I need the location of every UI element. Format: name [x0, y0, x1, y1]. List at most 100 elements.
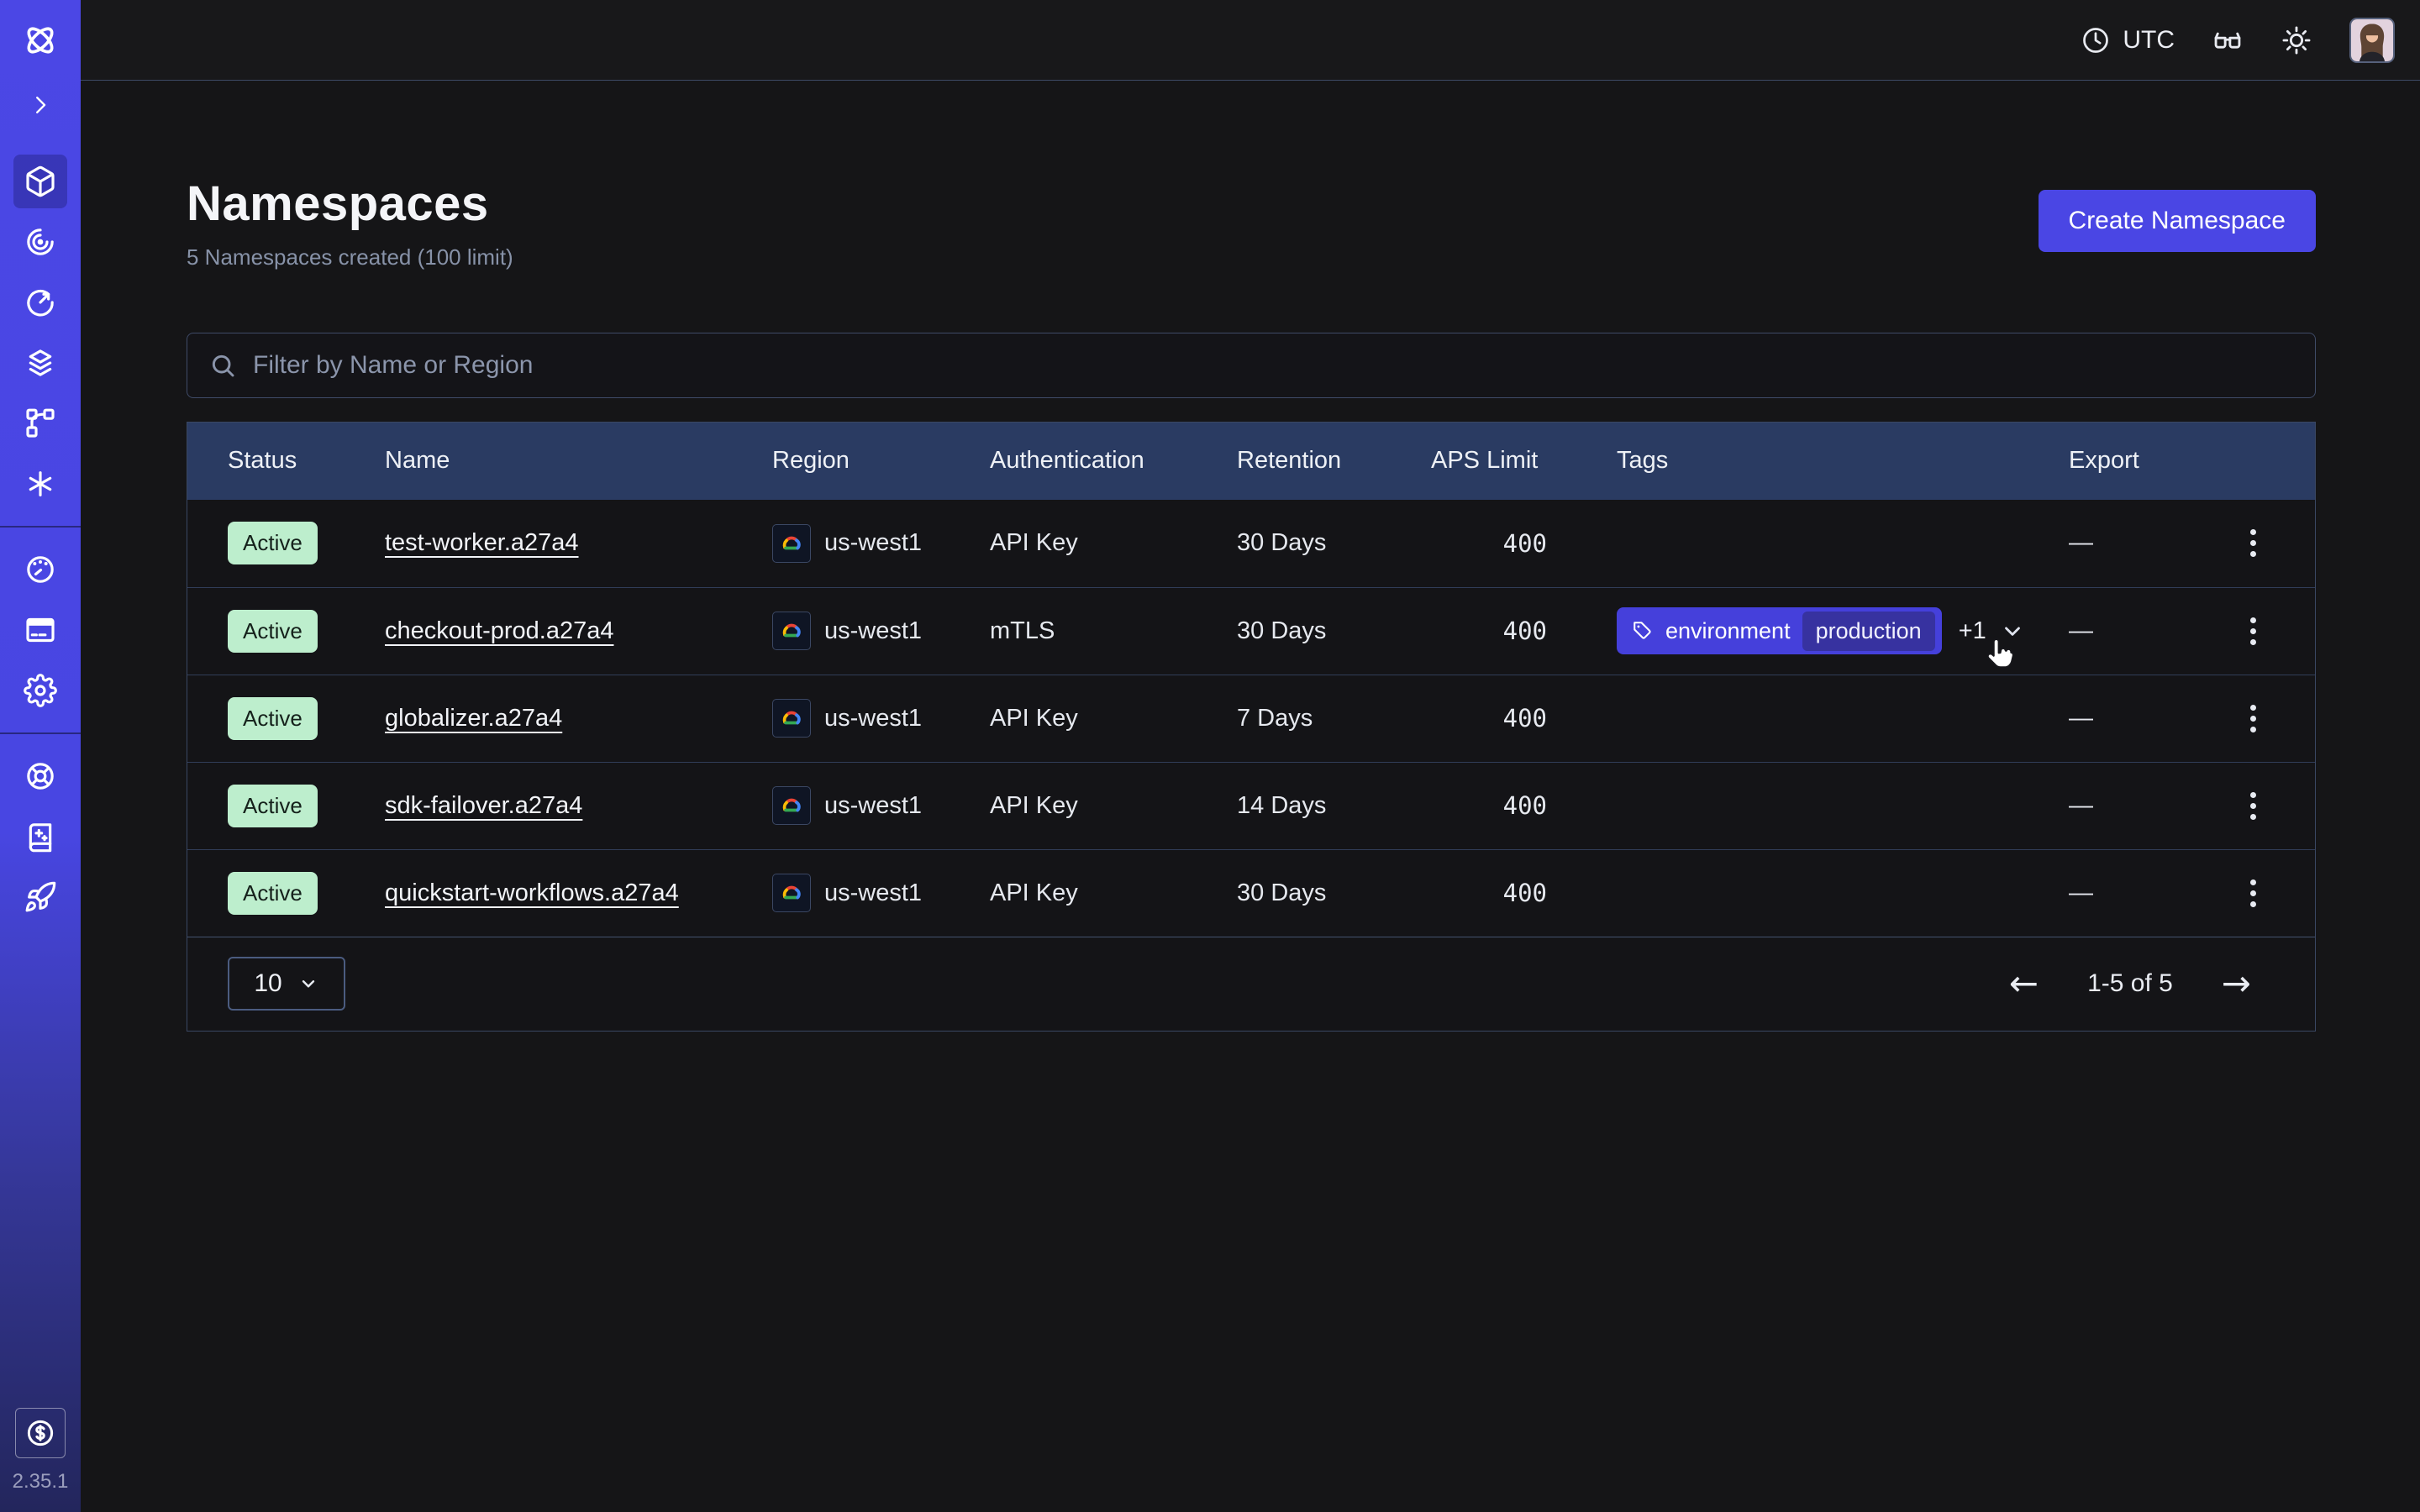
settings-gear-icon [24, 674, 57, 707]
row-actions-menu-button[interactable] [2242, 696, 2265, 741]
export-cell: — [2069, 879, 2211, 907]
column-header-status: Status [228, 447, 385, 475]
chevron-down-icon [2000, 618, 2025, 643]
app-version: 2.35.1 [13, 1470, 69, 1494]
region-label: us-west1 [824, 529, 922, 557]
aps-limit-cell: 400 [1503, 529, 1617, 558]
topbar: UTC [81, 0, 2420, 81]
tag-more-count: +1 [1959, 617, 1986, 645]
support-lifebuoy-icon [24, 759, 57, 793]
region-cell: us-west1 [772, 699, 990, 738]
table-row: Active checkout-prod.a27a4 us-west1 mTLS… [187, 587, 2315, 675]
sidebar-item-getting-started[interactable] [13, 870, 67, 924]
billing-dollar-badge-icon [24, 1417, 56, 1449]
name-cell: quickstart-workflows.a27a4 [385, 879, 772, 907]
retention-cell: 30 Days [1237, 529, 1431, 557]
aps-limit-cell: 400 [1503, 617, 1617, 645]
region-cell: us-west1 [772, 524, 990, 563]
status-cell: Active [228, 872, 385, 915]
previous-page-button[interactable]: ← [2009, 966, 2039, 1001]
theme-toggle-button[interactable] [2281, 24, 2312, 56]
column-header-export: Export [2069, 447, 2211, 475]
tag-expand-chevron[interactable] [2000, 618, 2025, 643]
row-actions-menu-button[interactable] [2242, 521, 2265, 565]
namespace-link[interactable]: checkout-prod.a27a4 [385, 617, 613, 644]
region-cell: us-west1 [772, 612, 990, 650]
region-label: us-west1 [824, 705, 922, 732]
deployments-layers-icon [24, 346, 57, 380]
tag-value: production [1802, 612, 1935, 651]
sidebar-item-namespaces[interactable] [13, 155, 67, 208]
column-header-aps-limit: APS Limit [1431, 447, 1617, 475]
sidebar-divider [0, 526, 81, 528]
row-actions-menu-button[interactable] [2242, 609, 2265, 654]
status-badge: Active [228, 522, 318, 564]
sidebar-item-docs[interactable] [13, 810, 67, 864]
gcp-region-icon [772, 612, 811, 650]
status-cell: Active [228, 785, 385, 827]
filter-input[interactable] [253, 351, 2293, 380]
namespace-link[interactable]: globalizer.a27a4 [385, 705, 562, 732]
sidebar-expand-button[interactable] [0, 81, 81, 129]
auth-cell: API Key [990, 792, 1237, 820]
page-subtitle: 5 Namespaces created (100 limit) [187, 244, 513, 270]
tag-chip-group: environment production +1 [1617, 607, 2025, 654]
table-row: Active quickstart-workflows.a27a4 us-wes… [187, 849, 2315, 937]
status-cell: Active [228, 522, 385, 564]
namespaces-cube-icon [24, 165, 57, 198]
auth-cell: API Key [990, 529, 1237, 557]
column-header-name: Name [385, 447, 772, 475]
workflows-radar-icon [24, 225, 57, 259]
sidebar-item-batch-operations[interactable] [13, 457, 67, 511]
sidebar-item-usage[interactable] [13, 543, 67, 596]
table-footer: 10 ← 1-5 of 5 → [187, 937, 2315, 1031]
row-actions-menu-button[interactable] [2242, 871, 2265, 916]
sidebar-item-billing[interactable] [13, 603, 67, 657]
glasses-icon [2212, 24, 2244, 56]
status-badge: Active [228, 697, 318, 740]
sidebar-item-support[interactable] [13, 749, 67, 803]
sidebar-item-nexus[interactable] [13, 396, 67, 450]
page-size-select[interactable]: 10 [228, 957, 345, 1011]
region-label: us-west1 [824, 879, 922, 907]
export-cell: — [2069, 617, 2211, 645]
user-avatar[interactable] [2349, 18, 2395, 63]
timezone-selector[interactable]: UTC [2081, 25, 2175, 55]
namespace-link[interactable]: test-worker.a27a4 [385, 529, 579, 556]
sidebar-item-deployments[interactable] [13, 336, 67, 390]
namespace-link[interactable]: quickstart-workflows.a27a4 [385, 879, 679, 906]
tag-chip[interactable]: environment production [1617, 607, 1942, 654]
column-header-retention: Retention [1237, 447, 1431, 475]
aps-limit-cell: 400 [1503, 791, 1617, 820]
search-icon [209, 352, 236, 379]
labs-toggle-button[interactable] [2212, 24, 2244, 56]
temporal-logo[interactable] [0, 0, 81, 81]
namespaces-table: StatusNameRegionAuthenticationRetentionA… [187, 422, 2316, 1032]
gcp-region-icon [772, 524, 811, 563]
aps-limit-cell: 400 [1503, 704, 1617, 732]
next-page-button[interactable]: → [2222, 966, 2251, 1001]
sidebar: 2.35.1 [0, 0, 81, 1512]
row-actions-menu-button[interactable] [2242, 784, 2265, 828]
timezone-label: UTC [2123, 26, 2175, 55]
tag-key: environment [1665, 618, 1791, 644]
table-row: Active sdk-failover.a27a4 us-west1 API K… [187, 762, 2315, 849]
retention-cell: 14 Days [1237, 792, 1431, 820]
chevron-down-icon [297, 973, 319, 995]
namespaces-page: Namespaces 5 Namespaces created (100 lim… [81, 81, 2420, 1032]
sidebar-billing-badge-button[interactable] [15, 1408, 66, 1458]
clock-icon [2081, 25, 2111, 55]
namespace-link[interactable]: sdk-failover.a27a4 [385, 792, 582, 819]
filter-bar[interactable] [187, 333, 2316, 398]
pagination: ← 1-5 of 5 → [2009, 966, 2251, 1001]
create-namespace-button[interactable]: Create Namespace [2039, 190, 2316, 252]
sidebar-item-workflows[interactable] [13, 215, 67, 269]
auth-cell: API Key [990, 705, 1237, 732]
column-header-region: Region [772, 447, 990, 475]
tag-icon [1632, 620, 1654, 642]
table-row: Active test-worker.a27a4 us-west1 API Ke… [187, 500, 2315, 587]
sidebar-item-settings[interactable] [13, 664, 67, 717]
sidebar-item-schedules[interactable] [13, 276, 67, 329]
batch-asterisk-icon [24, 467, 57, 501]
avatar-image [2351, 19, 2393, 61]
